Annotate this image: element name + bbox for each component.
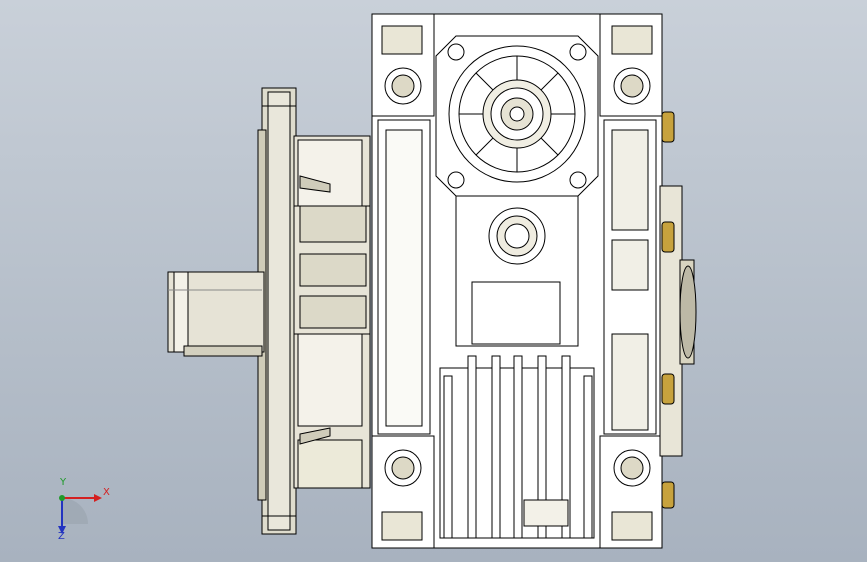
cad-viewport[interactable]: X Y Z [0, 0, 867, 562]
gearbox-model[interactable] [0, 0, 867, 562]
z-axis-label: Z [58, 531, 65, 542]
output-shaft [167, 271, 265, 357]
motor-adapter [293, 135, 371, 489]
center-boss [488, 207, 546, 265]
y-axis-label: Y [60, 477, 67, 488]
cooling-fins [439, 355, 595, 539]
x-axis-label: X [103, 487, 110, 498]
input-flange [435, 35, 599, 197]
